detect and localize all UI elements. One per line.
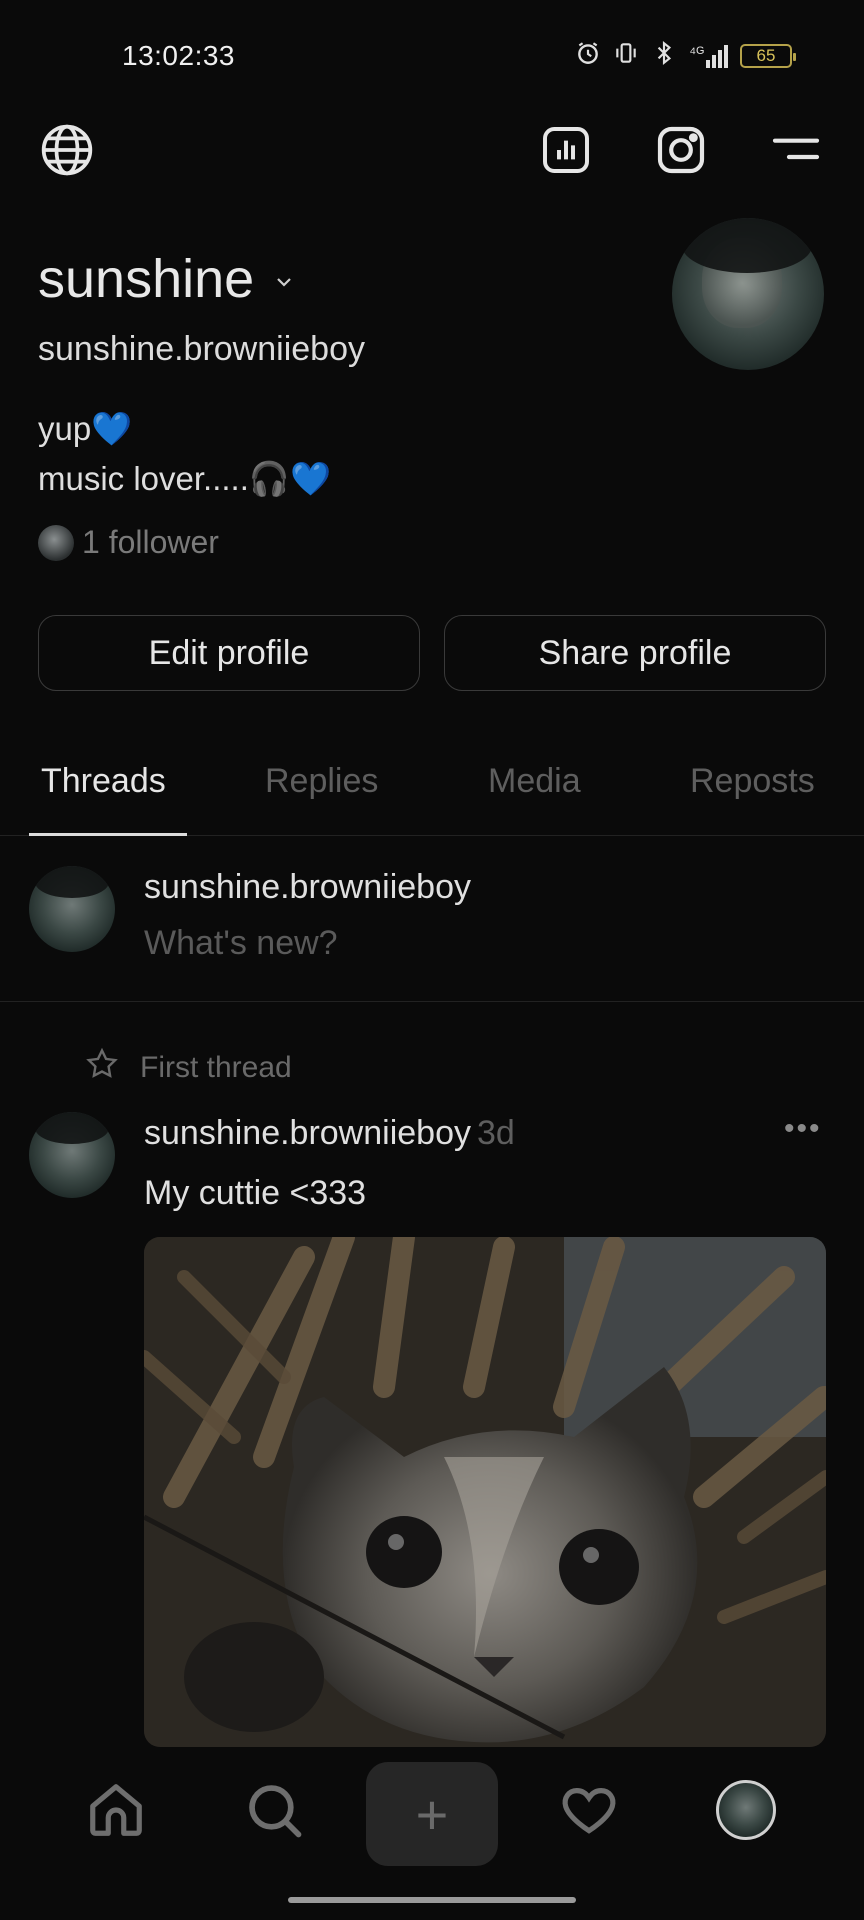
search-icon[interactable]: [224, 1760, 324, 1860]
bio-line-1: yup💙: [38, 404, 331, 454]
bio-line-1-text: yup: [38, 410, 92, 447]
post-image[interactable]: [144, 1237, 826, 1747]
status-icons: ⁴ᴳ 65: [575, 40, 796, 72]
home-indicator[interactable]: [288, 1897, 576, 1903]
pinned-label: First thread: [84, 1046, 292, 1090]
profile-tabs: Threads Replies Media Reposts: [0, 752, 864, 836]
active-tab-indicator: [29, 833, 187, 836]
globe-icon[interactable]: [37, 120, 97, 180]
post-header: sunshine.browniieboy 3d: [144, 1114, 515, 1153]
profile-bio: yup💙 music lover.....🎧💙: [38, 404, 331, 504]
composer-username: sunshine.browniieboy: [144, 868, 471, 906]
activity-heart-icon[interactable]: [539, 1760, 639, 1860]
home-icon[interactable]: [66, 1760, 166, 1860]
tab-media[interactable]: Media: [488, 762, 581, 801]
composer-prompt[interactable]: What's new?: [144, 924, 338, 963]
instagram-icon[interactable]: [651, 120, 711, 180]
alarm-icon: [575, 40, 601, 72]
status-time: 13:02:33: [122, 40, 235, 71]
bluetooth-icon: [651, 40, 677, 72]
insights-icon[interactable]: [536, 120, 596, 180]
profile-name[interactable]: sunshine: [38, 248, 296, 310]
pinned-text: First thread: [140, 1051, 292, 1084]
profile-name-text: sunshine: [38, 249, 255, 309]
create-post-button[interactable]: +: [366, 1762, 498, 1866]
headphones-emoji: 🎧: [248, 460, 290, 497]
share-profile-button[interactable]: Share profile: [444, 615, 826, 691]
bio-line-2-text: music lover.....: [38, 460, 249, 497]
status-bar: 13:02:33 ⁴ᴳ 65: [0, 0, 864, 110]
battery-level: 65: [756, 46, 776, 65]
tab-replies[interactable]: Replies: [265, 762, 378, 801]
followers-count: 1 follower: [82, 524, 219, 560]
signal-icon: ⁴ᴳ: [689, 44, 728, 68]
post-username[interactable]: sunshine.browniieboy: [144, 1114, 471, 1152]
blue-heart-emoji: 💙: [91, 410, 133, 447]
profile-handle: sunshine.browniieboy: [38, 330, 365, 368]
bio-line-2: music lover.....🎧💙: [38, 454, 331, 504]
tab-reposts[interactable]: Reposts: [690, 762, 815, 801]
tab-threads[interactable]: Threads: [41, 762, 166, 801]
network-type: ⁴ᴳ: [689, 44, 704, 62]
more-options-icon[interactable]: •••: [784, 1112, 822, 1146]
profile-avatar[interactable]: [672, 218, 824, 370]
blue-heart-emoji: 💙: [289, 460, 332, 497]
followers-link[interactable]: 1 follower: [38, 524, 219, 561]
post-timestamp: 3d: [476, 1114, 515, 1152]
top-nav: [0, 120, 864, 190]
star-icon: [84, 1046, 120, 1090]
battery-icon: 65: [740, 44, 796, 68]
edit-profile-button[interactable]: Edit profile: [38, 615, 420, 691]
chevron-down-icon[interactable]: [272, 270, 296, 301]
menu-icon[interactable]: [766, 120, 826, 180]
vibrate-icon: [613, 40, 639, 72]
follower-avatar: [38, 524, 74, 561]
composer-avatar: [29, 866, 115, 952]
post-text: My cuttie <333: [144, 1174, 367, 1212]
profile-nav-avatar: [716, 1780, 776, 1840]
profile-nav-item[interactable]: [696, 1760, 796, 1860]
post-avatar[interactable]: [29, 1112, 115, 1198]
cat-photo: [144, 1237, 826, 1747]
thread-composer[interactable]: sunshine.browniieboy What's new?: [0, 838, 864, 1002]
